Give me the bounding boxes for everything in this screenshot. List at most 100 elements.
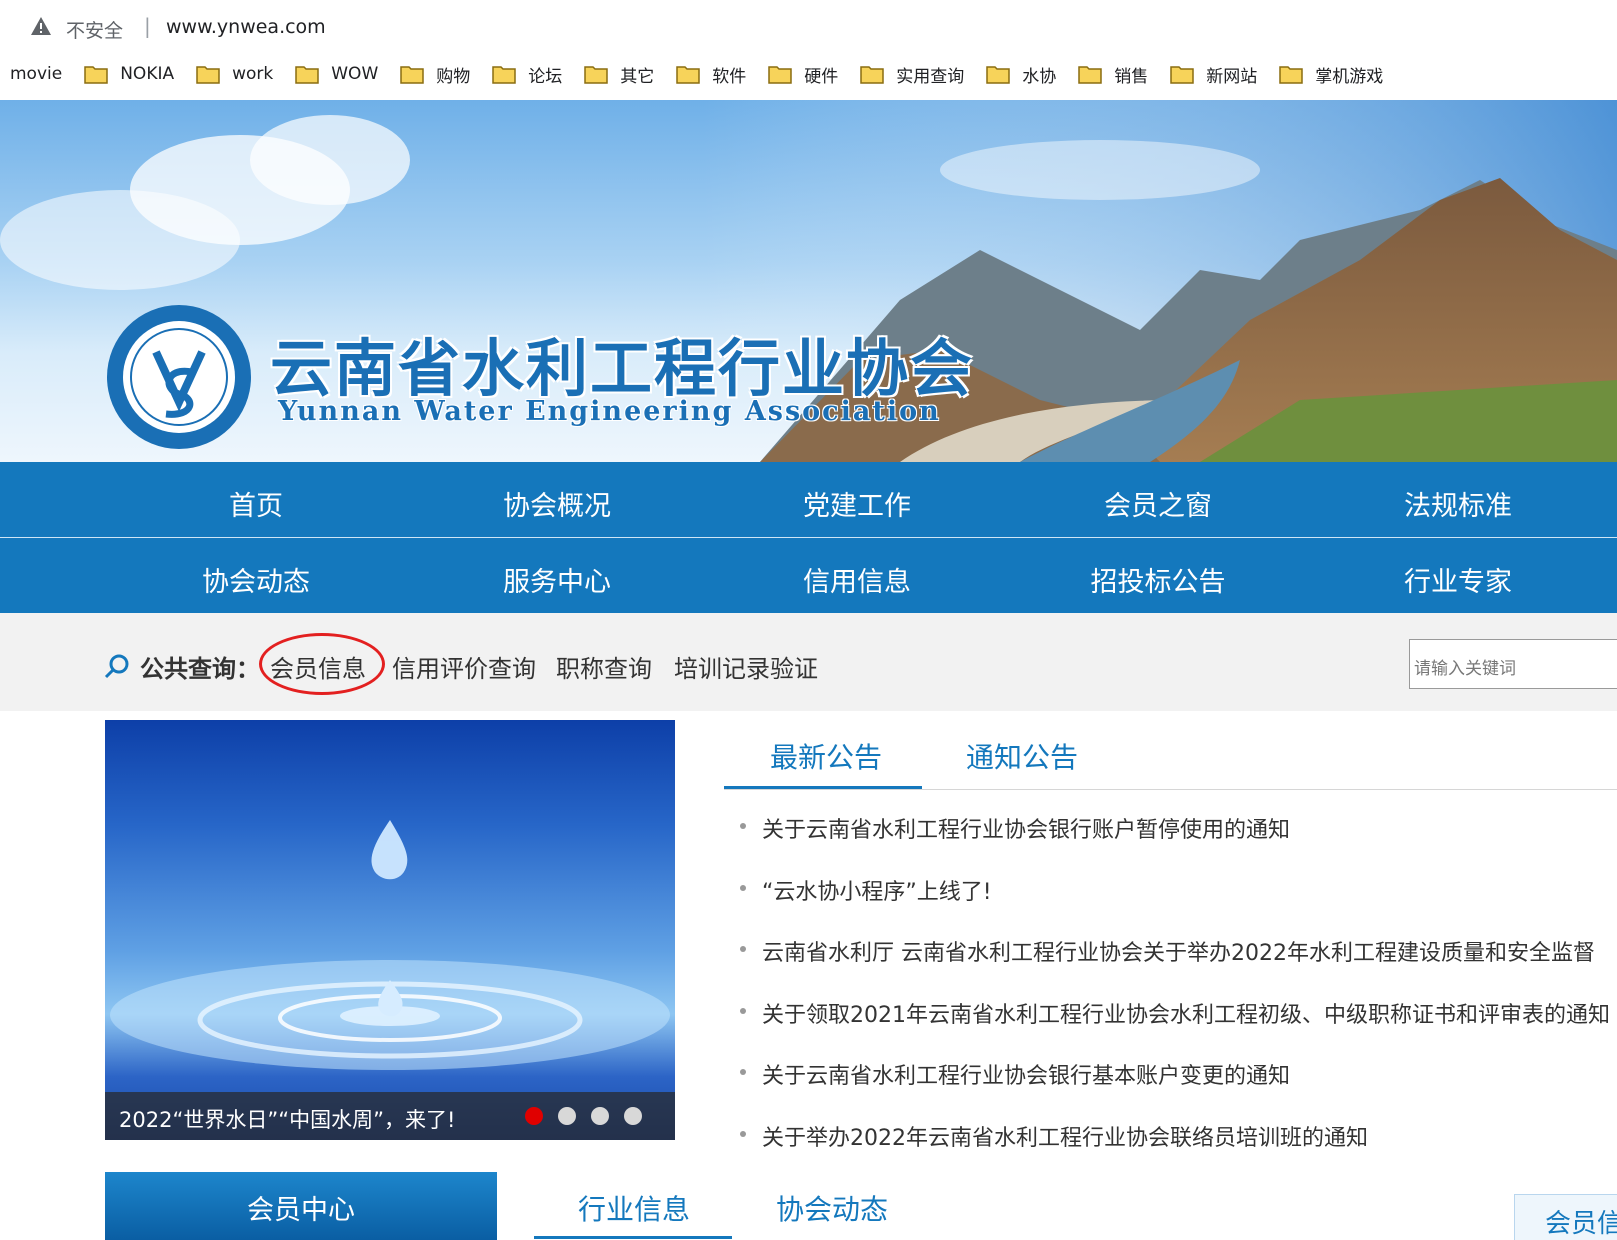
slider-caption-bar: 2022“世界水日”“中国水周”，来了!	[105, 1092, 675, 1140]
bookmark-item[interactable]: 购物	[400, 62, 470, 87]
slider-caption[interactable]: 2022“世界水日”“中国水周”，来了!	[119, 1104, 455, 1134]
bookmark-label: 水协	[1022, 62, 1056, 87]
bookmark-label: work	[232, 64, 273, 84]
folder-icon	[492, 64, 516, 84]
notice-title: 云南省水利厅 云南省水利工程行业协会关于举办2022年水利工程建设质量和安全监督	[762, 941, 1595, 966]
folder-icon	[768, 64, 792, 84]
bookmark-item[interactable]: 其它	[584, 62, 654, 87]
omnibox[interactable]: 不安全 | www.ynwea.com	[6, 4, 1617, 44]
notice-item[interactable]: 关于云南省水利工程行业协会银行基本账户变更的通知	[740, 1058, 1617, 1120]
nav-item[interactable]: 服务中心	[447, 560, 667, 599]
query-link-training-record[interactable]: 培训记录验证	[674, 649, 818, 684]
bullet-icon	[740, 885, 746, 891]
bullet-icon	[740, 946, 746, 952]
tab-notification[interactable]: 通知公告	[966, 736, 1078, 776]
notice-list: 关于云南省水利工程行业协会银行账户暂停使用的通知 “云水协小程序”上线了! 云南省水…	[740, 812, 1617, 1181]
bookmark-item[interactable]: 水协	[986, 62, 1056, 87]
notice-item[interactable]: “云水协小程序”上线了!	[740, 874, 1617, 936]
slider-dot[interactable]	[591, 1107, 609, 1125]
member-info-tab[interactable]: 会员信	[1514, 1194, 1617, 1240]
bookmark-item[interactable]: 销售	[1078, 62, 1148, 87]
member-center-header[interactable]: 会员中心	[105, 1172, 497, 1240]
folder-icon	[400, 64, 424, 84]
address-bar: 不安全 | www.ynwea.com	[0, 0, 1617, 46]
active-tab-underline	[724, 786, 922, 789]
nav-item[interactable]: 招投标公告	[1048, 560, 1268, 599]
folder-icon	[84, 64, 108, 84]
nav-item[interactable]: 党建工作	[747, 484, 967, 523]
keyword-search-input[interactable]: 请输入关键词	[1409, 639, 1617, 689]
bookmark-label: 硬件	[804, 62, 838, 87]
notice-item[interactable]: 关于领取2021年云南省水利工程行业协会水利工程初级、中级职称证书和评审表的通知	[740, 997, 1617, 1059]
bookmark-item[interactable]: NOKIA	[84, 64, 174, 84]
folder-icon	[295, 64, 319, 84]
nav-row-2: 协会动态 服务中心 信用信息 招投标公告 行业专家	[0, 538, 1617, 613]
site-title: 云南省水利工程行业协会	[270, 318, 974, 408]
bookmark-item[interactable]: 硬件	[768, 62, 838, 87]
bookmark-item[interactable]: work	[196, 64, 273, 84]
site-subtitle: Yunnan Water Engineering Association	[278, 396, 941, 427]
member-center-label: 会员中心	[105, 1188, 497, 1227]
bullet-icon	[740, 1069, 746, 1075]
bookmark-label: WOW	[331, 64, 378, 84]
public-query-label: 公共查询：	[140, 649, 260, 684]
slider-dot[interactable]	[525, 1107, 543, 1125]
slider-dot[interactable]	[558, 1107, 576, 1125]
site-banner: 云南省水利工程行业协会 Yunnan Water Engineering Ass…	[0, 100, 1617, 462]
tab-industry-info[interactable]: 行业信息	[578, 1188, 690, 1228]
bookmark-label: 软件	[712, 62, 746, 87]
notice-title: 关于云南省水利工程行业协会银行基本账户变更的通知	[762, 1064, 1290, 1089]
bookmark-label: 其它	[620, 62, 654, 87]
warning-icon[interactable]	[30, 16, 52, 36]
slider-dot[interactable]	[624, 1107, 642, 1125]
bookmark-label: 销售	[1114, 62, 1148, 87]
water-drop-image	[105, 720, 675, 1140]
notice-title: 关于举办2022年云南省水利工程行业协会联络员培训班的通知	[762, 1126, 1368, 1151]
url-text[interactable]: www.ynwea.com	[166, 16, 326, 38]
security-status[interactable]: 不安全	[66, 16, 123, 43]
notice-title: “云水协小程序”上线了!	[762, 880, 992, 905]
bullet-icon	[740, 1131, 746, 1137]
bookmark-label: 论坛	[528, 62, 562, 87]
association-logo[interactable]	[104, 302, 254, 452]
nav-item[interactable]: 协会动态	[146, 560, 366, 599]
bookmark-item[interactable]: 论坛	[492, 62, 562, 87]
bookmark-label: 购物	[436, 62, 470, 87]
bookmark-item[interactable]: WOW	[295, 64, 378, 84]
bookmark-item[interactable]: 软件	[676, 62, 746, 87]
nav-item[interactable]: 行业专家	[1348, 560, 1568, 599]
bookmark-label: 掌机游戏	[1315, 62, 1383, 87]
folder-icon	[676, 64, 700, 84]
nav-item[interactable]: 协会概况	[447, 484, 667, 523]
bookmark-item[interactable]: 新网站	[1170, 62, 1257, 87]
notice-item[interactable]: 关于云南省水利工程行业协会银行账户暂停使用的通知	[740, 812, 1617, 874]
notice-title: 关于领取2021年云南省水利工程行业协会水利工程初级、中级职称证书和评审表的通知	[762, 1003, 1610, 1028]
nav-item[interactable]: 信用信息	[747, 560, 967, 599]
tab-association-news[interactable]: 协会动态	[776, 1188, 888, 1228]
bookmark-item[interactable]: movie	[10, 64, 62, 84]
bookmark-label: NOKIA	[120, 64, 174, 84]
bookmark-item[interactable]: 掌机游戏	[1279, 62, 1383, 87]
nav-item[interactable]: 首页	[146, 484, 366, 523]
nav-item[interactable]: 会员之窗	[1048, 484, 1268, 523]
bookmark-label: 新网站	[1206, 62, 1257, 87]
folder-icon	[1078, 64, 1102, 84]
image-slider[interactable]: 2022“世界水日”“中国水周”，来了!	[105, 720, 675, 1140]
query-link-title[interactable]: 职称查询	[556, 649, 652, 684]
info-tabs: 行业信息 协会动态	[534, 1172, 1514, 1240]
main-nav: 首页 协会概况 党建工作 会员之窗 法规标准 协会动态 服务中心 信用信息 招投标公告 行业专家	[0, 462, 1617, 613]
tab-latest-notice[interactable]: 最新公告	[770, 736, 882, 776]
bookmark-label: 实用查询	[896, 62, 964, 87]
folder-icon	[860, 64, 884, 84]
nav-item[interactable]: 法规标准	[1348, 484, 1568, 523]
notice-tabs: 最新公告 通知公告	[724, 720, 1617, 790]
nav-row-1: 首页 协会概况 党建工作 会员之窗 法规标准	[0, 462, 1617, 537]
bookmark-label: movie	[10, 64, 62, 84]
notice-item[interactable]: 云南省水利厅 云南省水利工程行业协会关于举办2022年水利工程建设质量和安全监督	[740, 935, 1617, 997]
query-link-credit-rating[interactable]: 信用评价查询	[392, 649, 536, 684]
bookmarks-bar: movie NOKIA work WOW 购物 论坛 其它 软件 硬件 实用查询 水协 销售 新网站 掌机…	[0, 50, 1617, 98]
bookmark-item[interactable]: 实用查询	[860, 62, 964, 87]
bullet-icon	[740, 823, 746, 829]
address-separator: |	[144, 14, 151, 38]
folder-icon	[584, 64, 608, 84]
